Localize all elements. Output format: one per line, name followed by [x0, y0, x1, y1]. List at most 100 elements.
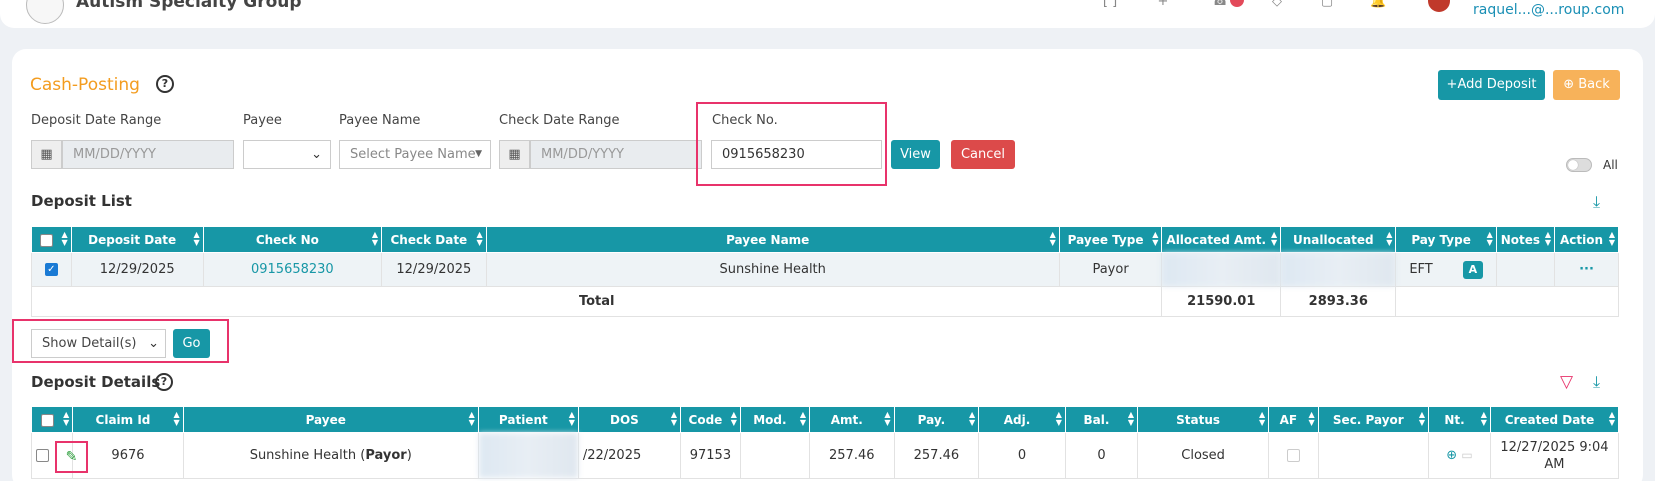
col-sec-payor[interactable]: Sec. Payor ▲ ▼ [1317, 406, 1430, 433]
plus-icon[interactable]: + [1155, 0, 1171, 9]
sort-icon[interactable]: ▲ ▼ [1609, 231, 1615, 247]
back-button[interactable]: ⊕ Back [1553, 70, 1620, 100]
sort-icon[interactable]: ▲ ▼ [1152, 231, 1158, 247]
view-button[interactable]: View [891, 140, 940, 169]
select-all-checkbox[interactable] [39, 233, 53, 247]
select-all-header[interactable]: ▲ ▼ [30, 406, 74, 433]
sort-icon[interactable]: ▲ ▼ [1271, 231, 1277, 247]
total-allocated: 21590.01 [1161, 286, 1282, 317]
col-payee-name[interactable]: Payee Name ▲ ▼ [485, 226, 1060, 253]
sort-icon[interactable]: ▲ ▼ [1386, 231, 1392, 247]
sort-icon[interactable]: ▲ ▼ [1308, 411, 1314, 427]
bell-icon[interactable]: 🔔 [1370, 0, 1386, 9]
go-button[interactable]: Go [173, 329, 210, 358]
sort-icon[interactable]: ▲ ▼ [1056, 411, 1062, 427]
action-menu-icon[interactable]: ··· [1554, 252, 1619, 287]
col-unallocated[interactable]: Unallocated ▲ ▼ [1280, 226, 1397, 253]
all-toggle[interactable] [1566, 158, 1592, 172]
table-row[interactable]: ✓ 12/29/2025 0915658230 12/29/2025 Sunsh… [31, 252, 1619, 287]
col-patient[interactable]: Patient ▲ ▼ [477, 406, 579, 433]
col-code[interactable]: Code ▲ ▼ [680, 406, 741, 433]
sort-icon[interactable]: ▲ ▼ [731, 411, 737, 427]
col-allocated[interactable]: Allocated Amt. ▲ ▼ [1161, 226, 1282, 253]
col-adj[interactable]: Adj. ▲ ▼ [978, 406, 1066, 433]
comment-icon[interactable]: ▭ [1461, 448, 1472, 462]
col-notes[interactable]: Notes ▲ ▼ [1495, 226, 1556, 253]
show-detail-select[interactable]: Show Detail(s) ⌄ [31, 329, 166, 358]
sort-icon[interactable]: ▲ ▼ [1419, 411, 1425, 427]
col-amt[interactable]: Amt. ▲ ▼ [808, 406, 895, 433]
col-payee-type[interactable]: Payee Type ▲ ▼ [1058, 226, 1163, 253]
sort-icon[interactable]: ▲ ▼ [1050, 231, 1056, 247]
deposit-details-table: ▲ ▼ Claim Id ▲ ▼ Payee ▲ ▼ Patient ▲ ▼ DOS ▲ ▼ Co… [30, 406, 1620, 479]
user-avatar[interactable] [1428, 0, 1450, 12]
notes-cell [1495, 252, 1556, 287]
status-cell: Closed [1137, 432, 1270, 479]
col-claim-id[interactable]: Claim Id ▲ ▼ [72, 406, 184, 433]
user-email[interactable]: raquel...@...roup.com [1473, 2, 1624, 18]
calendar-icon[interactable]: ▢ [1319, 0, 1335, 9]
calendar-icon[interactable]: ▦ [31, 140, 62, 169]
sort-icon[interactable]: ▲ ▼ [800, 411, 806, 427]
chevron-down-icon: ⌄ [311, 147, 322, 162]
help-icon[interactable]: ? [156, 75, 174, 93]
row-checkbox[interactable] [36, 449, 49, 462]
sort-icon[interactable]: ▲ ▼ [469, 411, 475, 427]
col-deposit-date[interactable]: Deposit Date ▲ ▼ [70, 226, 204, 253]
payee-type-cell: Payor [1058, 252, 1163, 287]
sort-icon[interactable]: ▲ ▼ [193, 231, 199, 247]
col-mod[interactable]: Mod. ▲ ▼ [739, 406, 810, 433]
sort-icon[interactable]: ▲ ▼ [1128, 411, 1134, 427]
fullscreen-icon[interactable]: [ ] [1102, 0, 1118, 9]
calendar-icon[interactable]: ▦ [499, 140, 530, 169]
col-dos[interactable]: DOS ▲ ▼ [577, 406, 682, 433]
check-no-link[interactable]: 0915658230 [202, 252, 383, 287]
sort-icon[interactable]: ▲ ▼ [884, 411, 890, 427]
payee-select[interactable]: ⌄ [243, 140, 331, 169]
col-af[interactable]: AF ▲ ▼ [1268, 406, 1319, 433]
col-check-date[interactable]: Check Date ▲ ▼ [381, 226, 487, 253]
sort-icon[interactable]: ▲ ▼ [1481, 411, 1487, 427]
col-status[interactable]: Status ▲ ▼ [1137, 406, 1270, 433]
col-nt[interactable]: Nt. ▲ ▼ [1428, 406, 1491, 433]
download-icon[interactable]: ⤓ [1593, 372, 1600, 392]
check-date-input[interactable]: MM/DD/YYYY [530, 140, 702, 169]
table-row[interactable]: ✎ 9676 Sunshine Health (Payor) /22/2025 … [30, 432, 1620, 479]
sort-icon[interactable]: ▲ ▼ [372, 231, 378, 247]
sort-icon[interactable]: ▲ ▼ [569, 411, 575, 427]
select-all-checkbox[interactable] [40, 413, 54, 427]
check-no-input[interactable]: 0915658230 [711, 140, 882, 169]
add-deposit-button[interactable]: +Add Deposit [1438, 70, 1545, 100]
cancel-button[interactable]: Cancel [951, 140, 1015, 169]
select-all-header[interactable]: ▲ ▼ [31, 226, 72, 253]
col-action[interactable]: Action ▲ ▼ [1554, 226, 1619, 253]
code-cell: 97153 [680, 432, 741, 479]
sort-icon[interactable]: ▲ ▼ [1609, 411, 1615, 427]
col-created-date[interactable]: Created Date ▲ ▼ [1489, 406, 1620, 433]
col-pay-type[interactable]: Pay Type ▲ ▼ [1395, 226, 1497, 253]
sort-icon[interactable]: ▲ ▼ [1487, 231, 1493, 247]
sort-icon[interactable]: ▲ ▼ [477, 231, 483, 247]
payee-name-select[interactable]: Select Payee Name ▼ [339, 140, 491, 169]
download-icon[interactable]: ⤓ [1593, 192, 1600, 212]
deposit-date-input[interactable]: MM/DD/YYYY [62, 140, 234, 169]
help-icon[interactable]: ? [155, 373, 173, 391]
add-note-icon[interactable]: ⊕ [1446, 448, 1457, 463]
row-checkbox[interactable]: ✓ [44, 263, 58, 276]
col-bal[interactable]: Bal. ▲ ▼ [1064, 406, 1139, 433]
af-checkbox[interactable] [1286, 449, 1300, 462]
pay-type-badge[interactable]: A [1462, 260, 1483, 279]
sort-icon[interactable]: ▲ ▼ [1545, 231, 1551, 247]
edit-pencil-icon[interactable]: ✎ [55, 441, 88, 473]
tag-icon[interactable]: ◇ [1269, 0, 1285, 9]
filter-icon[interactable]: ▽ [1560, 372, 1573, 392]
sort-icon[interactable]: ▲ ▼ [1259, 411, 1265, 427]
col-check-no[interactable]: Check No ▲ ▼ [202, 226, 383, 253]
mod-cell [739, 432, 810, 479]
col-pay[interactable]: Pay. ▲ ▼ [893, 406, 980, 433]
sort-icon[interactable]: ▲ ▼ [174, 411, 180, 427]
phone-icon[interactable]: ☎ [1212, 0, 1228, 9]
sort-icon[interactable]: ▲ ▼ [969, 411, 975, 427]
col-payee[interactable]: Payee ▲ ▼ [182, 406, 479, 433]
sort-icon[interactable]: ▲ ▼ [671, 411, 677, 427]
